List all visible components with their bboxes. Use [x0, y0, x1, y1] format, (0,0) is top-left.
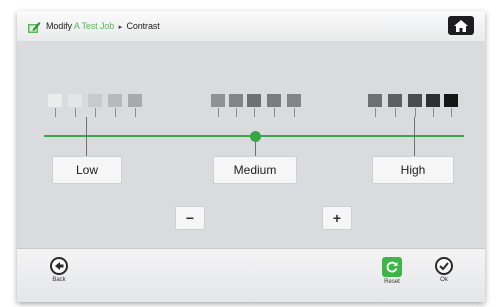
scale-tick: [433, 108, 434, 117]
contrast-swatch[interactable]: [444, 94, 458, 107]
scale-tick: [254, 108, 255, 117]
contrast-panel: Low Medium High − +: [17, 41, 485, 248]
checkmark-icon: [435, 257, 453, 275]
contrast-swatch[interactable]: [388, 94, 402, 107]
contrast-swatch[interactable]: [108, 94, 122, 107]
level-connector: [255, 142, 256, 156]
breadcrumb: Modify A Test Job ▸ Contrast: [46, 21, 160, 31]
contrast-swatch[interactable]: [426, 94, 440, 107]
scale-tick: [55, 108, 56, 117]
contrast-swatch[interactable]: [88, 94, 102, 107]
scale-tick: [274, 108, 275, 117]
scale-tick: [236, 108, 237, 117]
low-level-button[interactable]: Low: [52, 156, 122, 184]
reset-icon: [382, 257, 402, 277]
scale-tick: [451, 108, 452, 117]
ok-label: Ok: [440, 277, 448, 283]
scale-tick: [115, 108, 116, 117]
decrease-button[interactable]: −: [175, 206, 205, 230]
reset-label: Reset: [384, 279, 400, 285]
scale-tick: [135, 108, 136, 117]
contrast-swatch[interactable]: [68, 94, 82, 107]
contrast-swatch[interactable]: [229, 94, 243, 107]
footer-bar: Back Reset Ok: [17, 248, 485, 302]
breadcrumb-prefix: Modify: [46, 21, 72, 31]
contrast-swatch[interactable]: [48, 94, 62, 107]
contrast-swatch[interactable]: [211, 94, 225, 107]
header-bar: Modify A Test Job ▸ Contrast: [17, 11, 485, 42]
medium-level-button[interactable]: Medium: [213, 156, 297, 184]
breadcrumb-job-name[interactable]: A Test Job: [74, 21, 114, 31]
ok-button[interactable]: Ok: [424, 257, 464, 283]
contrast-swatch[interactable]: [368, 94, 382, 107]
home-button[interactable]: [448, 16, 474, 35]
edit-job-icon: [28, 22, 41, 33]
scale-tick: [75, 108, 76, 117]
scale-tick: [218, 108, 219, 117]
contrast-swatch[interactable]: [408, 94, 422, 107]
contrast-swatch[interactable]: [247, 94, 261, 107]
contrast-slider-handle[interactable]: [250, 131, 261, 142]
reset-button[interactable]: Reset: [372, 257, 412, 285]
back-button[interactable]: Back: [39, 257, 79, 283]
contrast-swatch[interactable]: [287, 94, 301, 107]
level-connector: [86, 117, 87, 156]
contrast-screen: Modify A Test Job ▸ Contrast Low Medium …: [17, 11, 485, 302]
scale-tick: [375, 108, 376, 117]
contrast-swatch[interactable]: [128, 94, 142, 107]
increase-button[interactable]: +: [322, 206, 352, 230]
scale-tick: [95, 108, 96, 117]
home-icon: [454, 19, 468, 32]
back-label: Back: [52, 277, 66, 283]
breadcrumb-separator: ▸: [118, 24, 123, 31]
scale-tick: [415, 108, 416, 117]
scale-tick: [294, 108, 295, 117]
breadcrumb-page: Contrast: [126, 21, 160, 31]
high-level-button[interactable]: High: [372, 156, 454, 184]
scale-tick: [395, 108, 396, 117]
back-arrow-icon: [50, 257, 68, 275]
contrast-swatch[interactable]: [267, 94, 281, 107]
level-connector: [414, 117, 415, 156]
